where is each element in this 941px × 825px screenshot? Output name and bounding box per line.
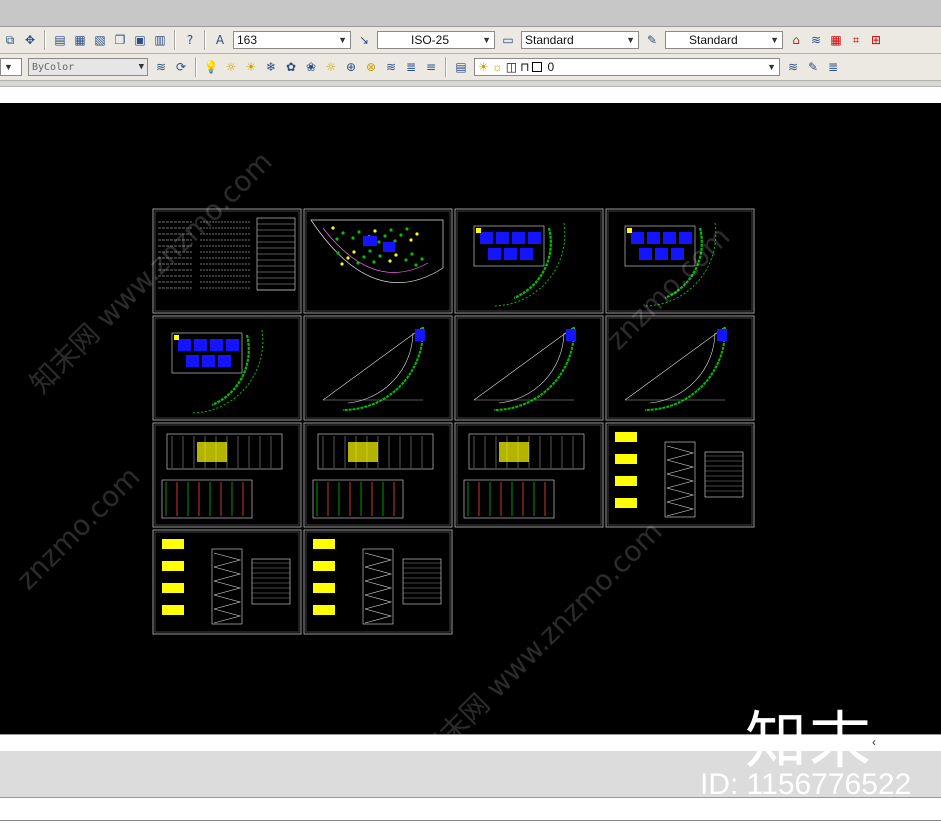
help-icon[interactable]: ? [181, 31, 199, 49]
layer-merge-icon[interactable]: ≋ [382, 58, 400, 76]
layer-manager-icon[interactable]: ⌂ [787, 31, 805, 49]
watermark-id: ID: 1156776522 [700, 768, 912, 801]
layer-viewport-icon: ◫ [505, 60, 518, 74]
detail-1 [152, 529, 302, 635]
chevron-down-icon: ▼ [482, 35, 491, 45]
layer-off-icon[interactable]: ☀ [242, 58, 260, 76]
markup-icon[interactable]: ▣ [131, 31, 149, 49]
grid-icon[interactable]: ▦ [827, 31, 845, 49]
layer-unisolate-icon[interactable]: ☼ [222, 58, 240, 76]
layer-color-swatch [532, 62, 543, 72]
elevation-2 [303, 422, 453, 528]
text-style-combo[interactable]: Standard ▼ [521, 31, 639, 49]
layer-on-icon: ☀ [478, 60, 489, 74]
chevron-down-icon: ▼ [4, 62, 13, 72]
color-combo-tail[interactable]: ▼ [0, 58, 22, 76]
stair-detail-1 [605, 422, 755, 528]
make-current-icon[interactable]: ≋ [784, 58, 802, 76]
layer-translate-icon[interactable]: ≣ [824, 58, 842, 76]
chevron-down-icon: ▼ [138, 62, 144, 72]
layer-freeze-icon[interactable]: ❄ [262, 58, 280, 76]
text-height-combo[interactable]: 163 ▼ [233, 31, 351, 49]
snap-icon[interactable]: ⌗ [847, 31, 865, 49]
zoom-window-icon[interactable]: ⧉ [1, 31, 19, 49]
layer-states-icon[interactable]: ≋ [807, 31, 825, 49]
layer-previous-icon[interactable]: ≋ [152, 58, 170, 76]
site-plan [303, 208, 453, 314]
layer-unlock-icon[interactable]: ☼ [322, 58, 340, 76]
table-style-icon[interactable]: ▭ [499, 31, 517, 49]
sheet-set-icon[interactable]: ❐ [111, 31, 129, 49]
dim-style-icon[interactable]: ↘ [355, 31, 373, 49]
section-1 [454, 422, 604, 528]
dim-style-combo[interactable]: ISO-25 ▼ [377, 31, 495, 49]
drawing-canvas[interactable]: znzmo.com 知末网 www.znzmo.com 知末网 www.znzm… [0, 103, 941, 734]
watermark-logo: 知末 [745, 704, 874, 777]
design-center-icon[interactable]: ▦ [71, 31, 89, 49]
styles-toolbar: ⧉ ✥ ▤ ▦ ▧ ❐ ▣ ▥ ? A 163 ▼ ↘ ISO-25 ▼ ▭ Sta… [0, 27, 941, 54]
ortho-icon[interactable]: ⊞ [867, 31, 885, 49]
layer-isolate-icon[interactable]: 💡 [202, 58, 220, 76]
layer-change-icon[interactable]: ⊗ [362, 58, 380, 76]
text-style-icon[interactable]: A [211, 31, 229, 49]
properties-icon[interactable]: ▤ [51, 31, 69, 49]
layers-toolbar: ▼ ByColor ▼ ≋ ⟳ 💡 ☼ ☀ ❄ ✿ ❀ ☼ ⊕ ⊗ ≋ ≣ ≡ ▤… [0, 54, 941, 81]
chevron-down-icon: ▼ [626, 35, 635, 45]
file-tabs-bar [0, 86, 941, 103]
layer-walk-icon[interactable]: ⟳ [172, 58, 190, 76]
chevron-down-icon: ▼ [770, 35, 779, 45]
floor-plan-3 [152, 315, 302, 421]
layer-unlocked-icon: ⊓ [520, 60, 530, 74]
calculator-icon[interactable]: ▥ [151, 31, 169, 49]
title-strip [0, 0, 941, 27]
floor-plan-1 [454, 208, 604, 314]
elevation-1 [152, 422, 302, 528]
layer-delete-icon[interactable]: ≣ [402, 58, 420, 76]
tool-palettes-icon[interactable]: ▧ [91, 31, 109, 49]
model-space [152, 208, 755, 635]
chevron-down-icon: ▼ [767, 62, 776, 72]
status-bar [0, 798, 941, 825]
layer-prev-state-icon[interactable]: ✎ [804, 58, 822, 76]
layer-thaw-state-icon: ☼ [491, 60, 503, 74]
roof-plan [303, 315, 453, 421]
layer-copy-icon[interactable]: ≡ [422, 58, 440, 76]
detail-2 [303, 529, 453, 635]
layer-properties-icon[interactable]: ▤ [452, 58, 470, 76]
layer-thaw-icon[interactable]: ✿ [282, 58, 300, 76]
pan-icon[interactable]: ✥ [21, 31, 39, 49]
layer-combo[interactable]: ☀ ☼ ◫ ⊓ 0 ▼ [474, 58, 780, 76]
layer-lock-icon[interactable]: ❀ [302, 58, 320, 76]
table-style-combo[interactable]: Standard ▼ [665, 31, 783, 49]
multileader-style-icon[interactable]: ✎ [643, 31, 661, 49]
layer-match-icon[interactable]: ⊕ [342, 58, 360, 76]
roof-plan-2 [454, 315, 604, 421]
chevron-down-icon: ▼ [338, 35, 347, 45]
linetype-combo[interactable]: ByColor ▼ [28, 58, 148, 76]
